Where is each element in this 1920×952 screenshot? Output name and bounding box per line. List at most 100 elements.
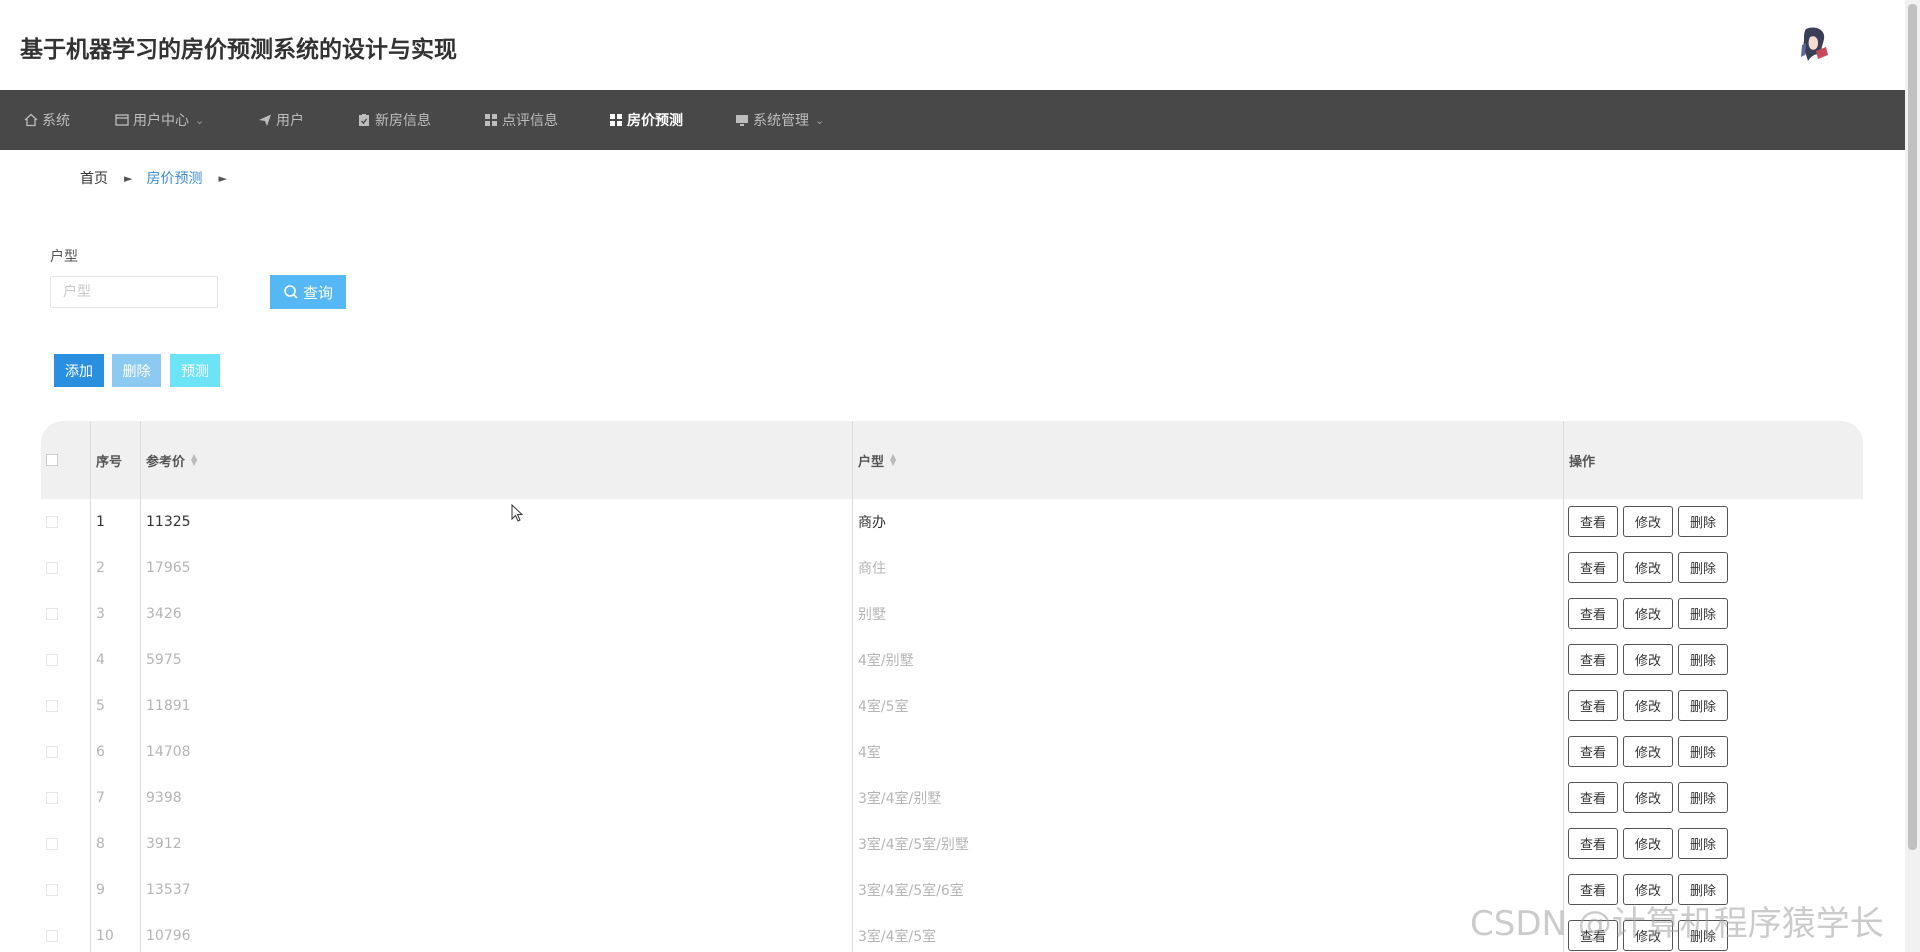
edit-button[interactable]: 修改 xyxy=(1623,690,1673,721)
delete-button[interactable]: 删除 xyxy=(1678,736,1728,767)
header: 基于机器学习的房价预测系统的设计与实现 xyxy=(0,0,1905,90)
view-button[interactable]: 查看 xyxy=(1568,644,1618,675)
send-icon xyxy=(259,114,271,126)
row-type: 商办 xyxy=(858,515,886,531)
query-button[interactable]: 查询 xyxy=(270,275,346,309)
mouse-cursor-icon xyxy=(511,504,524,522)
row-index: 5 xyxy=(96,698,105,714)
predict-button[interactable]: 预测 xyxy=(170,354,220,387)
delete-button[interactable]: 删除 xyxy=(1678,644,1728,675)
nav-item-new-houses[interactable]: 新房信息 xyxy=(357,90,431,150)
table-row: 3 3426 别墅 查看 修改 删除 xyxy=(41,591,1863,638)
window-icon xyxy=(115,114,129,126)
row-checkbox-cell xyxy=(41,821,90,867)
row-checkbox[interactable] xyxy=(46,884,58,896)
breadcrumb-current[interactable]: 房价预测 xyxy=(146,168,202,188)
sort-icon[interactable]: ▲ ▼ xyxy=(191,453,197,467)
nav-item-reviews[interactable]: 点评信息 xyxy=(484,90,558,150)
chevron-down-icon: ⌄ xyxy=(195,113,205,127)
nav-item-system-management[interactable]: 系统管理 ⌄ xyxy=(735,90,824,150)
app-title: 基于机器学习的房价预测系统的设计与实现 xyxy=(20,37,457,63)
chevron-right-icon: ► xyxy=(218,171,227,185)
house-type-input[interactable] xyxy=(50,276,218,308)
query-button-label: 查询 xyxy=(302,283,333,302)
row-checkbox-cell xyxy=(41,729,90,775)
edit-button[interactable]: 修改 xyxy=(1623,828,1673,859)
row-checkbox[interactable] xyxy=(46,608,58,620)
avatar-image-icon xyxy=(1796,25,1832,65)
nav-item-label: 系统 xyxy=(42,113,70,129)
row-checkbox[interactable] xyxy=(46,516,58,528)
add-button[interactable]: 添加 xyxy=(54,354,104,387)
delete-button[interactable]: 删除 xyxy=(1678,506,1728,537)
row-checkbox[interactable] xyxy=(46,792,58,804)
delete-button[interactable]: 删除 xyxy=(1678,552,1728,583)
row-price: 3912 xyxy=(146,836,182,852)
row-index: 1 xyxy=(96,514,105,530)
view-button[interactable]: 查看 xyxy=(1568,828,1618,859)
header-price[interactable]: 参考价 ▲ ▼ xyxy=(140,421,852,499)
view-button[interactable]: 查看 xyxy=(1568,782,1618,813)
row-price: 11891 xyxy=(146,698,191,714)
home-icon xyxy=(24,113,38,127)
table-header: 序号 参考价 ▲ ▼ 户型 ▲ ▼ 操作 xyxy=(41,421,1863,500)
main-nav: 系统 用户中心 ⌄ 用户 新房信息 点评信息 房价预测 系统管理 ⌄ xyxy=(0,90,1905,150)
header-price-label: 参考价 xyxy=(146,454,186,470)
row-checkbox-cell xyxy=(41,545,90,591)
edit-button[interactable]: 修改 xyxy=(1623,552,1673,583)
table-row: 5 11891 4室/5室 查看 修改 删除 xyxy=(41,683,1863,730)
header-type[interactable]: 户型 ▲ ▼ xyxy=(852,421,1563,499)
nav-item-user-center[interactable]: 用户中心 ⌄ xyxy=(115,90,204,150)
view-button[interactable]: 查看 xyxy=(1568,690,1618,721)
breadcrumb: 首页 ► 房价预测 ► xyxy=(80,168,241,188)
row-price: 3426 xyxy=(146,606,182,622)
row-price: 13537 xyxy=(146,882,191,898)
header-checkbox-cell xyxy=(41,421,90,499)
row-checkbox[interactable] xyxy=(46,930,58,942)
row-type: 商住 xyxy=(858,561,886,577)
delete-button[interactable]: 删除 xyxy=(1678,598,1728,629)
row-checkbox[interactable] xyxy=(46,746,58,758)
table-row: 4 5975 4室/别墅 查看 修改 删除 xyxy=(41,637,1863,684)
page-scrollbar-thumb[interactable] xyxy=(1908,4,1917,850)
delete-button[interactable]: 删除 xyxy=(1678,782,1728,813)
row-index: 3 xyxy=(96,606,105,622)
edit-button[interactable]: 修改 xyxy=(1623,598,1673,629)
row-index: 6 xyxy=(96,744,105,760)
view-button[interactable]: 查看 xyxy=(1568,506,1618,537)
column-divider xyxy=(140,421,141,952)
delete-button[interactable]: 删除 xyxy=(1678,828,1728,859)
nav-item-users[interactable]: 用户 xyxy=(258,90,304,150)
view-button[interactable]: 查看 xyxy=(1568,552,1618,583)
view-button[interactable]: 查看 xyxy=(1568,598,1618,629)
filter-label: 户型 xyxy=(50,249,78,265)
header-ops: 操作 xyxy=(1569,454,1596,470)
table-row: 8 3912 3室/4室/5室/别墅 查看 修改 删除 xyxy=(41,821,1863,868)
monitor-icon xyxy=(736,115,748,126)
nav-item-system[interactable]: 系统 xyxy=(24,90,70,150)
edit-button[interactable]: 修改 xyxy=(1623,644,1673,675)
header-index: 序号 xyxy=(96,454,123,470)
row-checkbox[interactable] xyxy=(46,700,58,712)
breadcrumb-home[interactable]: 首页 xyxy=(80,168,108,188)
edit-button[interactable]: 修改 xyxy=(1623,736,1673,767)
select-all-checkbox[interactable] xyxy=(46,454,58,466)
avatar[interactable] xyxy=(1796,25,1832,65)
batch-delete-button[interactable]: 删除 xyxy=(112,354,161,387)
grid-icon xyxy=(485,114,497,126)
row-price: 10796 xyxy=(146,928,191,944)
edit-button[interactable]: 修改 xyxy=(1623,506,1673,537)
delete-button[interactable]: 删除 xyxy=(1678,690,1728,721)
row-checkbox-cell xyxy=(41,683,90,729)
row-checkbox[interactable] xyxy=(46,562,58,574)
row-index: 9 xyxy=(96,882,105,898)
nav-item-price-prediction[interactable]: 房价预测 xyxy=(609,90,683,150)
sort-icon[interactable]: ▲ ▼ xyxy=(890,453,896,467)
row-checkbox[interactable] xyxy=(46,654,58,666)
edit-button[interactable]: 修改 xyxy=(1623,782,1673,813)
row-index: 4 xyxy=(96,652,105,668)
nav-item-label: 点评信息 xyxy=(502,113,558,129)
row-checkbox[interactable] xyxy=(46,838,58,850)
row-price: 5975 xyxy=(146,652,182,668)
view-button[interactable]: 查看 xyxy=(1568,736,1618,767)
